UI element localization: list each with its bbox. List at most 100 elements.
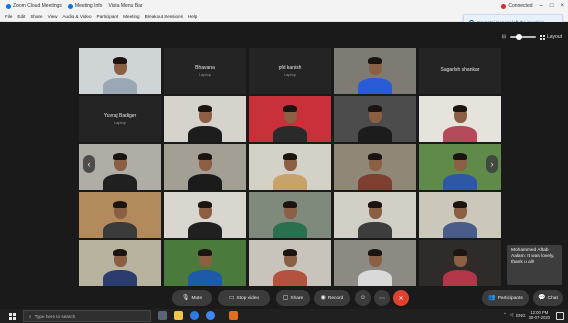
zoom-taskbar-icon[interactable] xyxy=(229,311,238,320)
share-screen-icon: ▢ xyxy=(282,295,289,301)
close-button[interactable]: × xyxy=(560,3,564,9)
menu-meeting[interactable]: Meeting xyxy=(123,14,139,19)
mute-button[interactable]: 🎙 Mute xyxy=(172,290,212,306)
maximize-button[interactable]: □ xyxy=(550,3,554,9)
participant-name: pfd kanish xyxy=(278,65,302,71)
more-button[interactable]: ⋯ xyxy=(374,290,390,306)
layout-button[interactable]: Layout xyxy=(539,34,562,40)
participant-tile[interactable] xyxy=(79,240,161,286)
volume-icon[interactable]: ◁ xyxy=(510,312,513,318)
participant-tile[interactable] xyxy=(334,96,416,142)
menu-help[interactable]: Help xyxy=(188,14,197,19)
file-explorer-icon[interactable] xyxy=(174,311,183,320)
participant-video-body xyxy=(188,270,222,286)
participant-video-hair xyxy=(368,153,382,160)
participant-tile[interactable] xyxy=(419,192,501,238)
reactions-button[interactable]: ☺ xyxy=(355,290,371,306)
meeting-info-tab[interactable]: Meeting Info xyxy=(67,3,102,9)
participant-video-hair xyxy=(198,153,212,160)
participant-tile[interactable] xyxy=(164,240,246,286)
participant-device: Laptop xyxy=(199,73,211,77)
record-button[interactable]: ◉ Record xyxy=(314,290,350,306)
language-indicator[interactable]: ENG xyxy=(516,313,526,318)
participant-video-hair xyxy=(368,105,382,112)
view-controls: ⊟ Layout xyxy=(502,34,562,40)
task-view-icon[interactable] xyxy=(158,311,167,320)
menu-view[interactable]: View xyxy=(48,14,58,19)
participant-video-body xyxy=(103,174,137,190)
leave-meeting-button[interactable]: ✕ xyxy=(393,290,409,306)
title-bar: Zoom Cloud Meetings Meeting Info Vista M… xyxy=(0,0,568,12)
participant-tile[interactable] xyxy=(249,96,331,142)
participant-video-body xyxy=(188,222,222,238)
minimize-button[interactable]: – xyxy=(540,3,543,9)
wifi-icon[interactable]: ⌃ xyxy=(503,312,507,318)
participant-tile[interactable] xyxy=(164,96,246,142)
participant-tile[interactable] xyxy=(249,240,331,286)
smile-icon: ☺ xyxy=(359,295,367,301)
participant-video-hair xyxy=(368,57,382,64)
menu-edit[interactable]: Edit xyxy=(17,14,25,19)
participants-button[interactable]: 👥 Participants xyxy=(482,290,529,306)
participant-video-hair xyxy=(453,153,467,160)
participant-tile[interactable] xyxy=(334,48,416,94)
participant-video-body xyxy=(273,174,307,190)
participant-tile[interactable] xyxy=(79,192,161,238)
participant-tile[interactable]: Sagarlsh shankar xyxy=(419,48,501,94)
previous-page-button[interactable]: ‹ xyxy=(83,155,95,173)
participant-tile[interactable] xyxy=(249,192,331,238)
participant-tile[interactable] xyxy=(249,144,331,190)
chrome-browser-icon[interactable] xyxy=(206,311,215,320)
participant-tile[interactable] xyxy=(334,192,416,238)
participant-tile[interactable] xyxy=(334,144,416,190)
participant-tile[interactable] xyxy=(419,96,501,142)
menu-file[interactable]: File xyxy=(5,14,12,19)
windows-start-icon[interactable] xyxy=(9,313,16,320)
participant-video-body xyxy=(358,174,392,190)
participant-video-hair xyxy=(368,249,382,256)
participant-tile[interactable]: Bhavana Laptop xyxy=(164,48,246,94)
participant-video-hair xyxy=(283,153,297,160)
zoom-slider[interactable] xyxy=(509,34,536,40)
participant-tile[interactable] xyxy=(164,192,246,238)
share-button[interactable]: ▢ Share xyxy=(276,290,310,306)
participant-video-body xyxy=(358,126,392,142)
participant-video-body xyxy=(443,222,477,238)
menu-participant[interactable]: Participant xyxy=(97,14,119,19)
participant-tile[interactable] xyxy=(419,240,501,286)
participant-video-hair xyxy=(453,249,467,256)
notification-center-icon[interactable] xyxy=(556,312,564,320)
next-page-button[interactable]: › xyxy=(486,155,498,173)
participant-tile[interactable]: pfd kanish Laptop xyxy=(249,48,331,94)
chat-button[interactable]: 💬 Chat xyxy=(533,290,563,306)
participant-video-body xyxy=(273,126,307,142)
menu-bar-tab[interactable]: Vista Menu Bar xyxy=(108,3,142,9)
taskbar-search-input[interactable]: ⌕ Type here to search xyxy=(23,310,151,322)
menu-share[interactable]: Share xyxy=(30,14,42,19)
participant-video-body xyxy=(358,222,392,238)
connection-status[interactable]: Connected xyxy=(501,3,533,9)
chat-preview-popup[interactable]: Mohammed Aftab Aalam: It was lovely, tha… xyxy=(507,245,562,285)
recording-dot-icon xyxy=(501,3,507,9)
record-icon: ◉ xyxy=(320,295,326,301)
participant-video-hair xyxy=(113,57,127,64)
stop-video-button[interactable]: ▭ Stop video xyxy=(218,290,270,306)
shield-icon xyxy=(67,3,73,9)
edge-browser-icon[interactable] xyxy=(190,311,199,320)
participant-tile[interactable]: Yuvraj Badiger Laptop xyxy=(79,96,161,142)
grid-layout-icon xyxy=(539,34,545,40)
clock[interactable]: 12:00 PM 30-07-2020 xyxy=(529,310,550,320)
menu-audio-video[interactable]: Audio & Video xyxy=(62,14,91,19)
participant-tile[interactable] xyxy=(79,48,161,94)
participant-video-hair xyxy=(283,201,297,208)
participant-video-body xyxy=(188,174,222,190)
participant-video-hair xyxy=(198,105,212,112)
participant-tile[interactable] xyxy=(334,240,416,286)
participant-name: Bhavana xyxy=(195,65,215,71)
participant-video-hair xyxy=(283,249,297,256)
zoom-out-icon[interactable]: ⊟ xyxy=(502,34,506,40)
camera-icon: ▭ xyxy=(228,295,235,301)
participant-tile[interactable] xyxy=(164,144,246,190)
zoom-slider-handle[interactable] xyxy=(515,34,522,40)
menu-breakout-sessions[interactable]: Breakout Sessions xyxy=(145,14,183,19)
